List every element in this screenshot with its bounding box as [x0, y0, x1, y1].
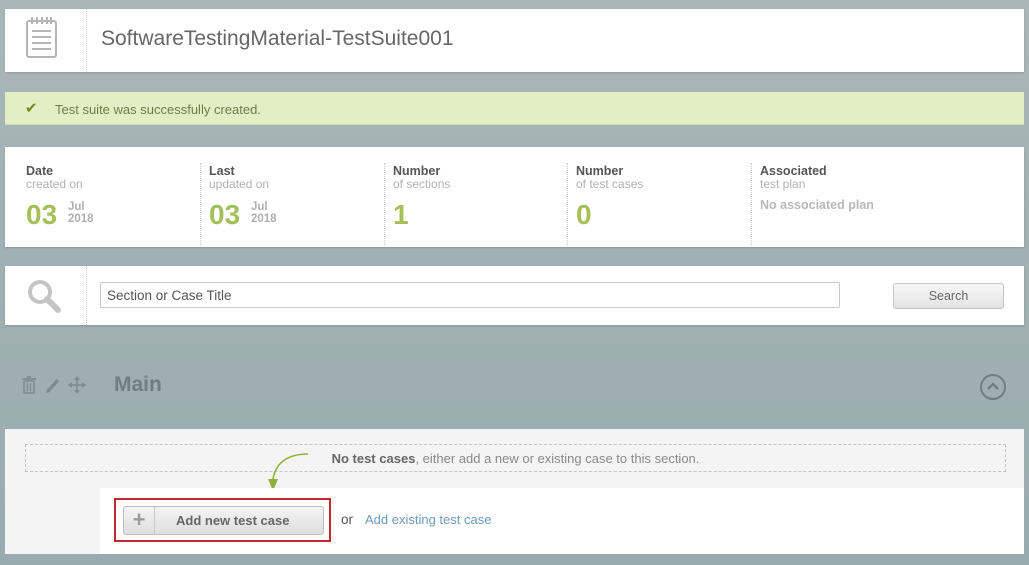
success-banner: ✔ Test suite was successfully created. — [5, 92, 1024, 125]
highlight-frame: + Add new test case — [114, 498, 331, 542]
chevron-up-icon[interactable] — [980, 374, 1006, 400]
stat-label: Associated — [760, 164, 827, 178]
add-new-test-case-button[interactable]: + Add new test case — [123, 506, 324, 535]
section-title: Main — [114, 373, 162, 396]
stat-value: 1 — [393, 199, 409, 230]
stat-sublabel: of sections — [393, 177, 451, 191]
stat-sublabel: test plan — [760, 177, 806, 191]
stat-month: Jul — [68, 201, 85, 213]
or-text: or — [341, 512, 354, 527]
stat-day: 03 — [26, 199, 58, 230]
search-input[interactable] — [100, 282, 840, 308]
stat-sublabel: created on — [26, 177, 83, 191]
plus-icon: + — [124, 507, 155, 534]
suite-stats: Date created on 03 Jul 2018 Last updated… — [5, 147, 1024, 247]
page-title: SoftwareTestingMaterial-TestSuite001 — [101, 27, 454, 50]
move-icon[interactable] — [68, 376, 86, 396]
check-icon: ✔ — [25, 100, 38, 117]
trash-icon[interactable] — [20, 376, 38, 396]
associated-plan-text: No associated plan — [760, 198, 874, 212]
stat-divider — [200, 163, 201, 245]
stat-year: 2018 — [68, 213, 94, 225]
stat-sublabel: updated on — [209, 177, 270, 191]
pencil-icon[interactable] — [44, 376, 62, 396]
stat-label: Last — [209, 164, 235, 178]
success-message: Test suite was successfully created. — [55, 102, 261, 117]
empty-section-message: No test cases, either add a new or exist… — [25, 444, 1006, 472]
search-button[interactable]: Search — [893, 283, 1004, 309]
empty-message-bold: No test cases — [331, 451, 416, 466]
stat-day: 03 — [209, 199, 241, 230]
add-case-row: + Add new test case or Add existing test… — [100, 488, 1024, 554]
empty-message-rest: , either add a new or existing case to t… — [415, 451, 700, 466]
stat-divider — [384, 163, 385, 245]
add-new-test-case-label: Add new test case — [176, 513, 290, 528]
stat-label: Date — [26, 164, 54, 178]
stat-value: 0 — [576, 199, 592, 230]
stat-divider — [567, 163, 568, 245]
notepad-icon — [5, 9, 87, 72]
stat-divider — [751, 163, 752, 245]
search-icon — [5, 266, 87, 325]
section-body: No test cases, either add a new or exist… — [5, 429, 1024, 554]
stat-sublabel: of test cases — [576, 177, 644, 191]
stat-label: Number — [576, 164, 624, 178]
search-bar: Search — [5, 266, 1024, 325]
stat-year: 2018 — [251, 213, 277, 225]
add-existing-test-case-link[interactable]: Add existing test case — [365, 512, 491, 527]
stat-month: Jul — [251, 201, 268, 213]
stat-label: Number — [393, 164, 441, 178]
suite-header: SoftwareTestingMaterial-TestSuite001 — [5, 9, 1024, 72]
